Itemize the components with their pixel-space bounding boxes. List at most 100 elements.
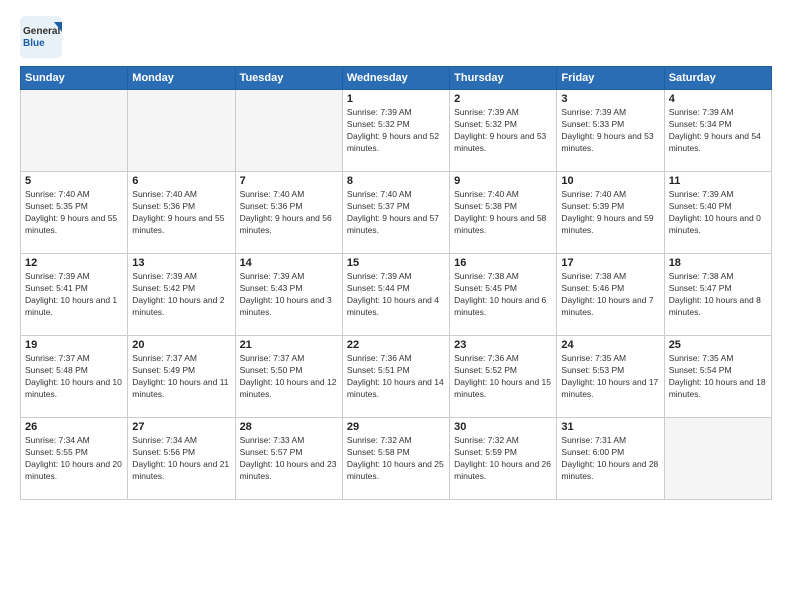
day-number: 19 bbox=[25, 339, 123, 351]
day-info: Sunrise: 7:34 AMSunset: 5:56 PMDaylight:… bbox=[132, 435, 230, 483]
calendar-cell: 7 Sunrise: 7:40 AMSunset: 5:36 PMDaylight… bbox=[235, 172, 342, 254]
calendar-cell: 11 Sunrise: 7:39 AMSunset: 5:40 PMDayligh… bbox=[664, 172, 771, 254]
day-number: 17 bbox=[561, 257, 659, 269]
calendar-cell: 22 Sunrise: 7:36 AMSunset: 5:51 PMDayligh… bbox=[342, 336, 449, 418]
day-info: Sunrise: 7:39 AMSunset: 5:44 PMDaylight:… bbox=[347, 271, 445, 319]
day-number: 28 bbox=[240, 421, 338, 433]
day-number: 3 bbox=[561, 93, 659, 105]
day-header-tuesday: Tuesday bbox=[235, 67, 342, 90]
calendar-week-1: 5 Sunrise: 7:40 AMSunset: 5:35 PMDaylight… bbox=[21, 172, 772, 254]
svg-text:Blue: Blue bbox=[23, 38, 45, 49]
day-info: Sunrise: 7:40 AMSunset: 5:38 PMDaylight:… bbox=[454, 189, 552, 237]
day-info: Sunrise: 7:38 AMSunset: 5:45 PMDaylight:… bbox=[454, 271, 552, 319]
day-info: Sunrise: 7:40 AMSunset: 5:35 PMDaylight:… bbox=[25, 189, 123, 237]
day-info: Sunrise: 7:40 AMSunset: 5:36 PMDaylight:… bbox=[240, 189, 338, 237]
calendar-cell: 27 Sunrise: 7:34 AMSunset: 5:56 PMDayligh… bbox=[128, 418, 235, 500]
calendar-cell: 20Sunrise: 7:37 AMSunset: 5:49 PMDayligh… bbox=[128, 336, 235, 418]
calendar-cell: 23Sunrise: 7:36 AMSunset: 5:52 PMDayligh… bbox=[450, 336, 557, 418]
calendar-week-2: 12 Sunrise: 7:39 AMSunset: 5:41 PMDayligh… bbox=[21, 254, 772, 336]
calendar-cell: 13 Sunrise: 7:39 AMSunset: 5:42 PMDayligh… bbox=[128, 254, 235, 336]
day-info: Sunrise: 7:39 AMSunset: 5:32 PMDaylight:… bbox=[454, 107, 552, 155]
day-info: Sunrise: 7:32 AMSunset: 5:59 PMDaylight:… bbox=[454, 435, 552, 483]
calendar-cell bbox=[128, 90, 235, 172]
calendar-cell: 10 Sunrise: 7:40 AMSunset: 5:39 PMDayligh… bbox=[557, 172, 664, 254]
day-number: 26 bbox=[25, 421, 123, 433]
day-info: Sunrise: 7:39 AMSunset: 5:40 PMDaylight:… bbox=[669, 189, 767, 237]
calendar-cell: 30 Sunrise: 7:32 AMSunset: 5:59 PMDayligh… bbox=[450, 418, 557, 500]
calendar-cell: 19 Sunrise: 7:37 AMSunset: 5:48 PMDayligh… bbox=[21, 336, 128, 418]
day-info: Sunrise: 7:40 AMSunset: 5:36 PMDaylight:… bbox=[132, 189, 230, 237]
day-info: Sunrise: 7:33 AMSunset: 5:57 PMDaylight:… bbox=[240, 435, 338, 483]
day-number: 6 bbox=[132, 175, 230, 187]
calendar-cell: 1Sunrise: 7:39 AMSunset: 5:32 PMDaylight… bbox=[342, 90, 449, 172]
calendar-week-3: 19 Sunrise: 7:37 AMSunset: 5:48 PMDayligh… bbox=[21, 336, 772, 418]
day-info: Sunrise: 7:39 AMSunset: 5:32 PMDaylight:… bbox=[347, 107, 445, 155]
day-number: 16 bbox=[454, 257, 552, 269]
day-info: Sunrise: 7:37 AMSunset: 5:48 PMDaylight:… bbox=[25, 353, 123, 401]
calendar-cell: 9 Sunrise: 7:40 AMSunset: 5:38 PMDaylight… bbox=[450, 172, 557, 254]
day-info: Sunrise: 7:39 AMSunset: 5:42 PMDaylight:… bbox=[132, 271, 230, 319]
day-info: Sunrise: 7:36 AMSunset: 5:52 PMDaylight:… bbox=[454, 353, 552, 401]
day-number: 20 bbox=[132, 339, 230, 351]
day-number: 22 bbox=[347, 339, 445, 351]
day-header-sunday: Sunday bbox=[21, 67, 128, 90]
day-number: 18 bbox=[669, 257, 767, 269]
day-info: Sunrise: 7:39 AMSunset: 5:33 PMDaylight:… bbox=[561, 107, 659, 155]
day-info: Sunrise: 7:37 AMSunset: 5:50 PMDaylight:… bbox=[240, 353, 338, 401]
calendar-cell bbox=[664, 418, 771, 500]
calendar-cell: 21 Sunrise: 7:37 AMSunset: 5:50 PMDayligh… bbox=[235, 336, 342, 418]
logo: General Blue bbox=[20, 16, 62, 58]
day-number: 12 bbox=[25, 257, 123, 269]
calendar-cell: 31Sunrise: 7:31 AMSunset: 6:00 PMDayligh… bbox=[557, 418, 664, 500]
calendar-cell: 28 Sunrise: 7:33 AMSunset: 5:57 PMDayligh… bbox=[235, 418, 342, 500]
calendar-cell: 5 Sunrise: 7:40 AMSunset: 5:35 PMDaylight… bbox=[21, 172, 128, 254]
day-number: 27 bbox=[132, 421, 230, 433]
day-number: 21 bbox=[240, 339, 338, 351]
day-info: Sunrise: 7:38 AMSunset: 5:47 PMDaylight:… bbox=[669, 271, 767, 319]
calendar-cell: 18 Sunrise: 7:38 AMSunset: 5:47 PMDayligh… bbox=[664, 254, 771, 336]
day-info: Sunrise: 7:39 AMSunset: 5:34 PMDaylight:… bbox=[669, 107, 767, 155]
day-info: Sunrise: 7:40 AMSunset: 5:37 PMDaylight:… bbox=[347, 189, 445, 237]
day-info: Sunrise: 7:40 AMSunset: 5:39 PMDaylight:… bbox=[561, 189, 659, 237]
day-number: 11 bbox=[669, 175, 767, 187]
calendar-cell: 16 Sunrise: 7:38 AMSunset: 5:45 PMDayligh… bbox=[450, 254, 557, 336]
day-info: Sunrise: 7:32 AMSunset: 5:58 PMDaylight:… bbox=[347, 435, 445, 483]
day-header-thursday: Thursday bbox=[450, 67, 557, 90]
calendar-cell bbox=[235, 90, 342, 172]
calendar-cell: 4Sunrise: 7:39 AMSunset: 5:34 PMDaylight… bbox=[664, 90, 771, 172]
day-number: 30 bbox=[454, 421, 552, 433]
day-info: Sunrise: 7:35 AMSunset: 5:53 PMDaylight:… bbox=[561, 353, 659, 401]
day-info: Sunrise: 7:39 AMSunset: 5:43 PMDaylight:… bbox=[240, 271, 338, 319]
day-info: Sunrise: 7:35 AMSunset: 5:54 PMDaylight:… bbox=[669, 353, 767, 401]
calendar-cell: 26 Sunrise: 7:34 AMSunset: 5:55 PMDayligh… bbox=[21, 418, 128, 500]
day-number: 9 bbox=[454, 175, 552, 187]
day-info: Sunrise: 7:31 AMSunset: 6:00 PMDaylight:… bbox=[561, 435, 659, 483]
logo-svg: General Blue bbox=[20, 16, 62, 58]
svg-text:General: General bbox=[23, 26, 60, 37]
day-number: 13 bbox=[132, 257, 230, 269]
calendar-cell: 6 Sunrise: 7:40 AMSunset: 5:36 PMDaylight… bbox=[128, 172, 235, 254]
day-info: Sunrise: 7:34 AMSunset: 5:55 PMDaylight:… bbox=[25, 435, 123, 483]
day-number: 15 bbox=[347, 257, 445, 269]
day-number: 14 bbox=[240, 257, 338, 269]
calendar-cell: 8 Sunrise: 7:40 AMSunset: 5:37 PMDaylight… bbox=[342, 172, 449, 254]
calendar-cell: 29Sunrise: 7:32 AMSunset: 5:58 PMDayligh… bbox=[342, 418, 449, 500]
day-number: 7 bbox=[240, 175, 338, 187]
day-number: 10 bbox=[561, 175, 659, 187]
calendar-cell bbox=[21, 90, 128, 172]
calendar-cell: 3 Sunrise: 7:39 AMSunset: 5:33 PMDaylight… bbox=[557, 90, 664, 172]
calendar-week-4: 26 Sunrise: 7:34 AMSunset: 5:55 PMDayligh… bbox=[21, 418, 772, 500]
calendar-cell: 12 Sunrise: 7:39 AMSunset: 5:41 PMDayligh… bbox=[21, 254, 128, 336]
day-number: 8 bbox=[347, 175, 445, 187]
day-header-saturday: Saturday bbox=[664, 67, 771, 90]
day-number: 2 bbox=[454, 93, 552, 105]
calendar-cell: 14 Sunrise: 7:39 AMSunset: 5:43 PMDayligh… bbox=[235, 254, 342, 336]
page: General Blue SundayMondayTuesdayWednesda… bbox=[0, 0, 792, 612]
calendar-week-0: 1Sunrise: 7:39 AMSunset: 5:32 PMDaylight… bbox=[21, 90, 772, 172]
day-info: Sunrise: 7:39 AMSunset: 5:41 PMDaylight:… bbox=[25, 271, 123, 319]
calendar-cell: 17Sunrise: 7:38 AMSunset: 5:46 PMDayligh… bbox=[557, 254, 664, 336]
day-info: Sunrise: 7:36 AMSunset: 5:51 PMDaylight:… bbox=[347, 353, 445, 401]
header: General Blue bbox=[20, 16, 772, 58]
calendar-header-row: SundayMondayTuesdayWednesdayThursdayFrid… bbox=[21, 67, 772, 90]
day-number: 5 bbox=[25, 175, 123, 187]
